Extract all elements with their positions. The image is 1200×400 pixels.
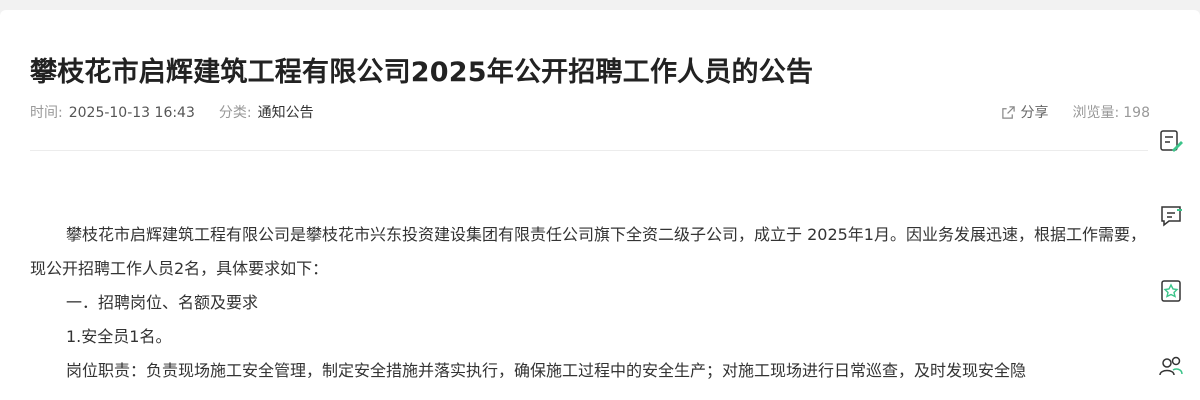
article-card: 攀枝花市启辉建筑工程有限公司2025年公开招聘工作人员的公告 时间: 2025-1… [0,10,1200,400]
favorite-star-icon[interactable] [1158,278,1184,304]
view-count: 浏览量: 198 [1073,102,1150,122]
category-link[interactable]: 通知公告 [258,105,314,121]
message-icon[interactable] [1158,203,1184,229]
user-group-icon[interactable] [1158,353,1184,379]
edit-note-icon[interactable] [1158,128,1184,154]
position-item: 1.安全员1名。 [66,327,172,346]
article-actions: 分享 浏览量: 198 [1001,102,1150,122]
category-label: 分类: [218,105,252,121]
share-icon [1001,105,1015,119]
share-button[interactable]: 分享 [1001,102,1049,122]
section-heading: 一．招聘岗位、名额及要求 [66,293,259,312]
paragraph: 攀枝花市启辉建筑工程有限公司是攀枝花市兴东投资建设集团有限责任公司旗下全资二级子… [30,225,1146,278]
views-number: 198 [1123,105,1150,121]
views-label: 浏览量: [1072,105,1120,121]
page-title: 攀枝花市启辉建筑工程有限公司2025年公开招聘工作人员的公告 [30,57,814,88]
divider [30,150,1148,151]
article-body: 攀枝花市启辉建筑工程有限公司是攀枝花市兴东投资建设集团有限责任公司旗下全资二级子… [30,218,1148,388]
share-label: 分享 [1020,105,1049,121]
article-meta: 时间: 2025-10-13 16:43 分类: 通知公告 [30,102,314,122]
paragraph: 岗位职责：负责现场施工安全管理，制定安全措施并落实执行，确保施工过程中的安全生产… [66,361,1027,380]
time-label: 时间: [30,105,63,121]
publish-time: 2025-10-13 16:43 [68,105,195,121]
